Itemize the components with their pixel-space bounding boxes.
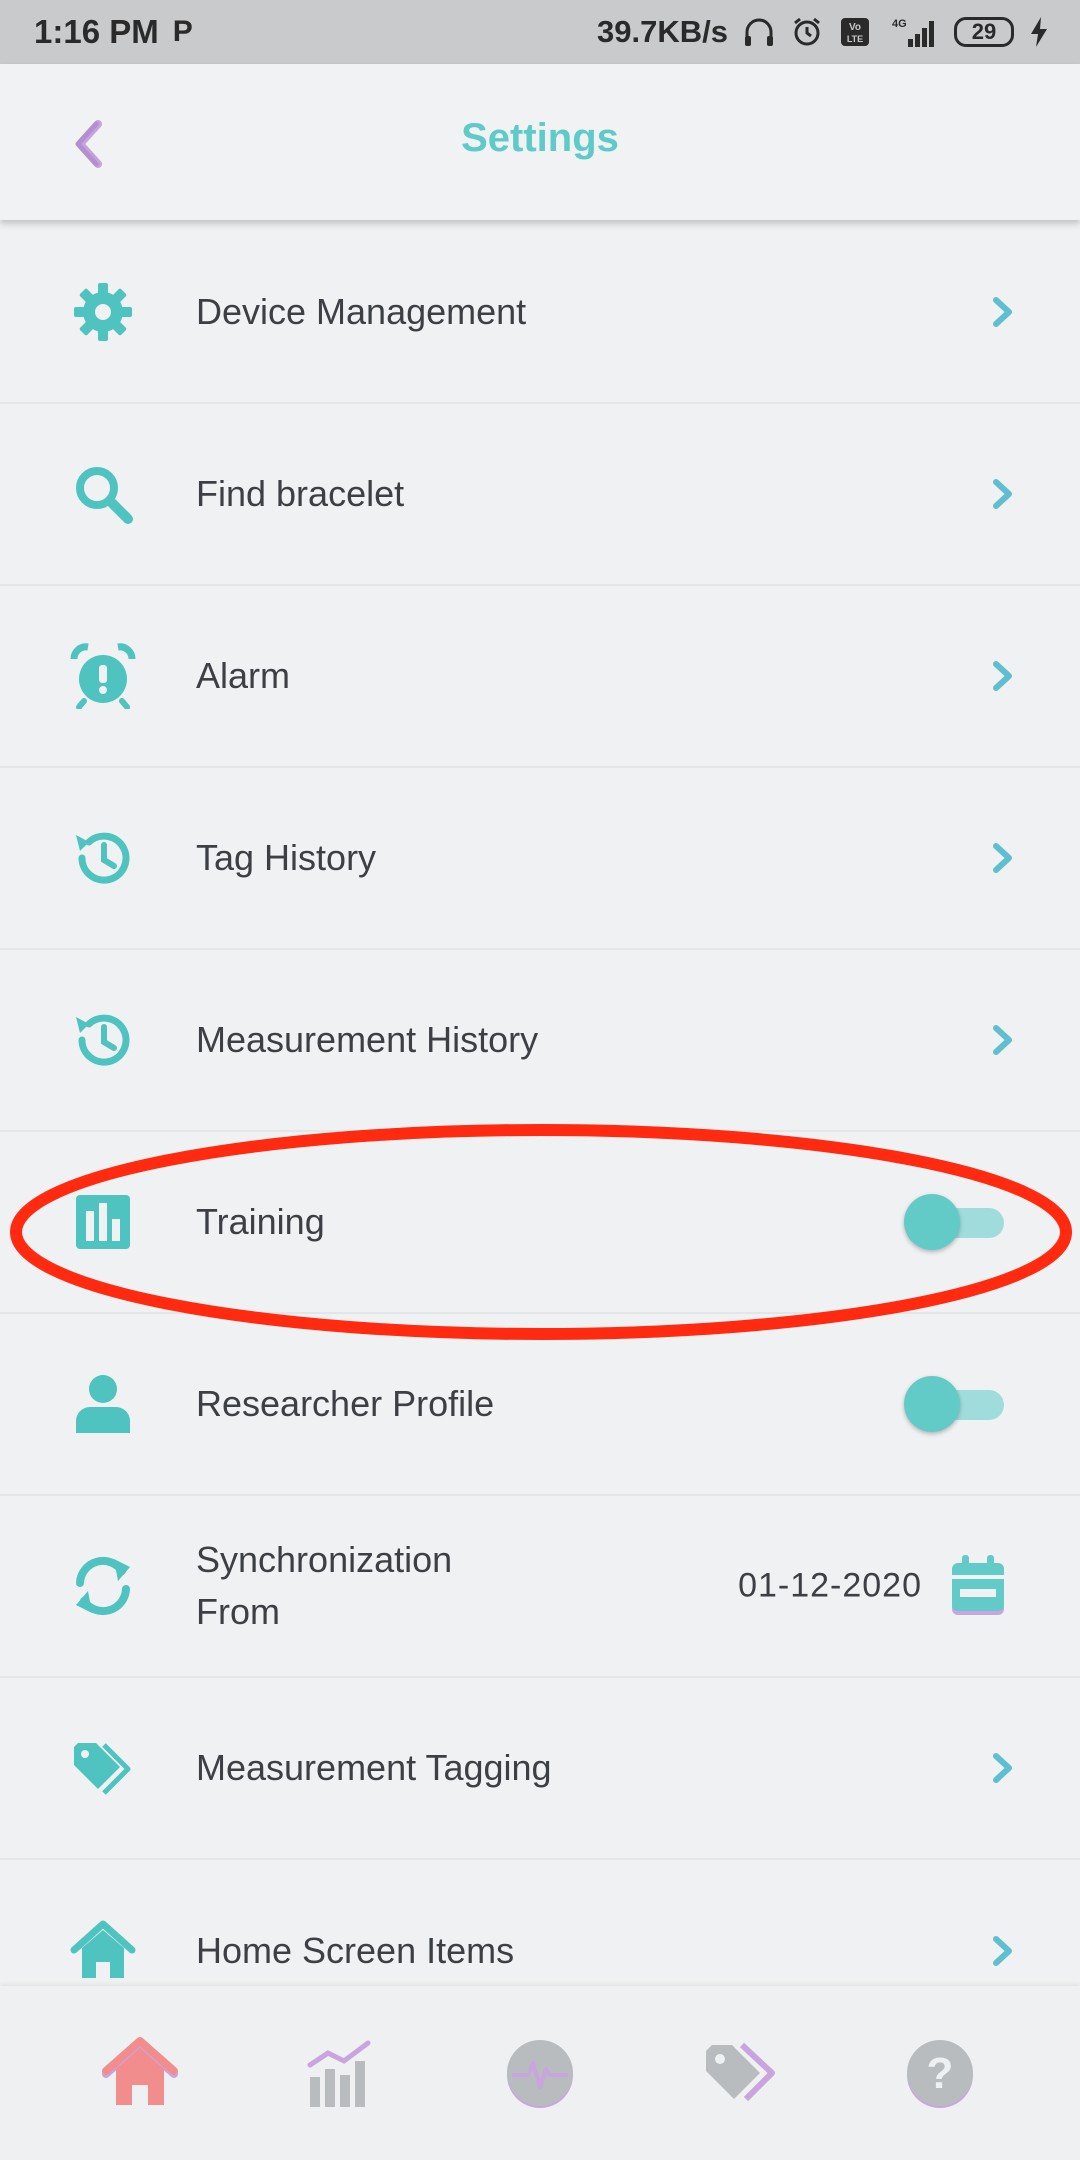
stats-icon [307,2040,371,2107]
setting-label: Training [196,1201,325,1242]
battery-level: 29 [971,19,997,44]
setting-find-bracelet[interactable]: Find bracelet [0,404,1080,586]
calendar-icon[interactable] [948,1553,1008,1619]
setting-measurement-tagging[interactable]: Measurement Tagging [0,1678,1080,1860]
alarm-clock-icon [70,643,136,709]
svg-text:LTE: LTE [847,34,863,44]
charging-icon [1028,15,1050,49]
setting-label: Device Management [196,291,527,332]
battery-icon: 29 [954,17,1014,47]
setting-training: Training [0,1132,1080,1314]
setting-label: Find bracelet [196,473,405,514]
svg-text:Vo: Vo [849,22,861,33]
headphones-icon [742,15,776,49]
app-header: Settings [0,64,1080,220]
chevron-right-icon [993,1936,1012,1966]
nav-heart-rate[interactable] [500,2033,580,2113]
tag-icon [74,1743,131,1795]
setting-researcher-profile: Researcher Profile [0,1314,1080,1496]
chevron-right-icon [993,479,1012,509]
tags-icon [706,2042,775,2102]
nav-help[interactable]: ? [900,2033,980,2113]
status-bar: 1:16 PM P 39.7KB/s Vo LTE 4G 29 [0,0,1080,64]
setting-label: Alarm [196,655,291,696]
history-icon [76,1014,130,1066]
svg-text:4G: 4G [892,18,907,30]
chevron-right-icon [993,1025,1012,1055]
page-title: Settings [461,116,619,160]
bottom-nav: ? [0,1986,1080,2160]
setting-label: Measurement Tagging [196,1747,552,1788]
toggle-knob [904,1376,960,1432]
nav-tags[interactable] [700,2033,780,2113]
setting-tag-history[interactable]: Tag History [0,768,1080,950]
settings-list: Device Management Find bracelet Alarm Ta… [0,222,1080,2042]
heart-rate-icon [507,2040,573,2108]
svg-text:?: ? [927,2049,954,2098]
setting-measurement-history[interactable]: Measurement History [0,950,1080,1132]
setting-label: Researcher Profile [196,1383,495,1424]
status-time: 1:16 PM [34,13,159,50]
setting-label: Synchronization From [196,1539,453,1632]
chevron-right-icon [993,297,1012,327]
researcher-profile-toggle[interactable] [904,1376,1004,1432]
history-icon [76,832,130,884]
setting-device-management[interactable]: Device Management [0,222,1080,404]
setting-label: Tag History [196,837,377,878]
setting-label: Home Screen Items [196,1930,515,1971]
chevron-right-icon [993,661,1012,691]
training-toggle[interactable] [904,1194,1004,1250]
volte-icon: Vo LTE [838,15,872,49]
chevron-right-icon [993,1753,1012,1783]
nav-stats[interactable] [300,2033,380,2113]
home-icon [102,2037,178,2105]
help-icon: ? [907,2040,973,2108]
signal-icon: 4G [886,15,940,49]
home-icon [70,1920,136,1978]
sync-icon [76,1556,130,1616]
search-icon [76,467,133,524]
bar-chart-icon [76,1195,130,1249]
user-icon [76,1375,130,1433]
network-speed: 39.7KB/s [597,14,728,49]
gear-icon [74,283,132,341]
nav-home[interactable] [100,2033,180,2113]
alarm-status-icon [790,15,824,49]
setting-label: Measurement History [196,1019,539,1060]
sync-date-value[interactable]: 01-12-2020 [738,1567,922,1606]
carrier-p-icon: P [172,15,193,48]
setting-synchronization-from: Synchronization From 01-12-2020 [0,1496,1080,1678]
chevron-right-icon [993,843,1012,873]
setting-alarm[interactable]: Alarm [0,586,1080,768]
toggle-knob [904,1194,960,1250]
